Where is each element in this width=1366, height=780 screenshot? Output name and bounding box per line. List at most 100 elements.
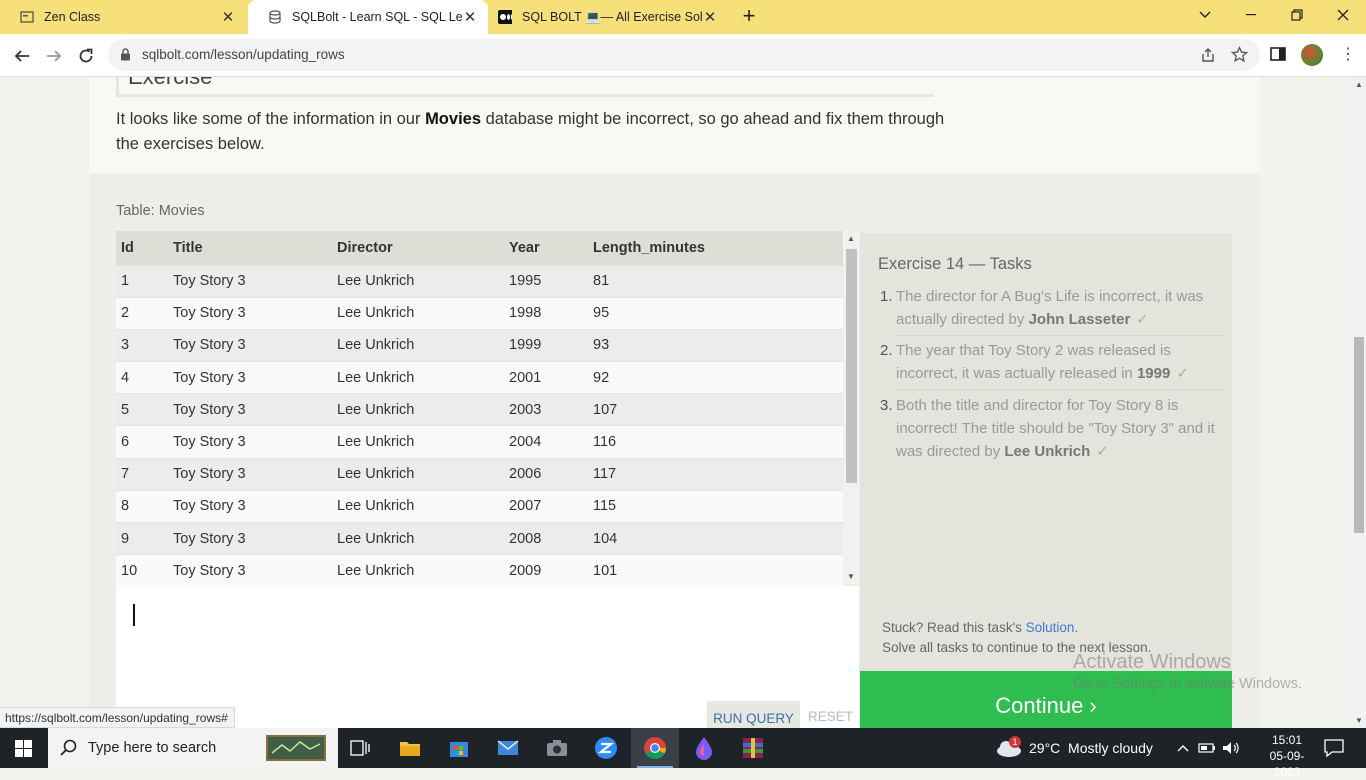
scroll-up-arrow-icon[interactable]: ▲ [847, 234, 855, 243]
file-explorer-icon[interactable] [386, 728, 434, 768]
taskbar-search-box[interactable]: Type here to search [48, 728, 338, 768]
restore-button[interactable] [1274, 0, 1320, 30]
task-view-icon[interactable] [336, 728, 384, 768]
table-cell: 101 [588, 554, 843, 587]
page-viewport: Exercise It looks like some of the infor… [0, 77, 1352, 728]
table-cell: 116 [588, 425, 843, 459]
table-cell: 2009 [504, 554, 588, 587]
tab-title: Zen Class [44, 10, 101, 24]
winrar-icon[interactable] [729, 728, 777, 768]
table-scrollbar-thumb[interactable] [846, 249, 857, 483]
scroll-down-arrow-icon[interactable]: ▼ [1355, 716, 1363, 725]
table-row: 1 Toy Story 3 Lee Unkrich 1995 81 [116, 264, 843, 298]
search-highlight-icon[interactable] [266, 735, 326, 761]
page-scrollbar[interactable]: ▲ ▼ [1352, 77, 1366, 728]
table-cell: Toy Story 3 [168, 425, 332, 459]
page-scrollbar-thumb[interactable] [1354, 337, 1364, 533]
table-cell: 5 [116, 393, 168, 426]
table-scrollbar[interactable]: ▲ ▼ [843, 231, 859, 584]
tab-search-chevron-down-icon[interactable] [1182, 0, 1228, 30]
reload-icon[interactable] [73, 43, 99, 69]
share-icon[interactable] [1200, 47, 1216, 68]
table-cell: Lee Unkrich [332, 361, 504, 394]
url-text[interactable]: sqlbolt.com/lesson/updating_rows [142, 47, 345, 62]
table-row: 5 Toy Story 3 Lee Unkrich 2003 107 [116, 393, 843, 426]
bookmark-star-icon[interactable] [1230, 45, 1249, 68]
taskbar-clock[interactable]: 15:01 05-09-2023 [1262, 732, 1312, 780]
table-cell: 2004 [504, 425, 588, 459]
address-bar[interactable]: sqlbolt.com/lesson/updating_rows [108, 39, 1260, 71]
windows-taskbar: Type here to search 1 29°C Mostly cloudy [0, 728, 1366, 779]
show-hidden-icons-chevron-up-icon[interactable] [1173, 728, 1193, 768]
tab-sqlbolt[interactable]: SQLBolt - Learn SQL - SQL Lesson ✕ [248, 0, 488, 34]
battery-icon[interactable] [1197, 728, 1217, 768]
table-cell: Toy Story 3 [168, 264, 332, 298]
table-cell: 92 [588, 361, 843, 394]
column-header: Id [116, 231, 168, 265]
table-cell: 2003 [504, 393, 588, 426]
volume-icon[interactable] [1220, 728, 1242, 768]
chrome-icon[interactable] [631, 728, 679, 768]
clock-date: 05-09-2023 [1269, 749, 1305, 779]
paint-drop-icon[interactable] [680, 728, 728, 768]
close-tab-icon[interactable]: ✕ [462, 9, 478, 26]
mail-icon[interactable] [484, 728, 532, 768]
table-cell: Lee Unkrich [332, 328, 504, 362]
table-row: 9 Toy Story 3 Lee Unkrich 2008 104 [116, 521, 843, 555]
side-panel-icon[interactable] [1270, 46, 1286, 67]
table-row: 7 Toy Story 3 Lee Unkrich 2006 117 [116, 457, 843, 491]
reset-button[interactable]: RESET [808, 709, 853, 724]
back-arrow-icon[interactable] [9, 43, 35, 69]
task-bold: John Lasseter [1028, 311, 1131, 328]
search-icon [60, 739, 78, 762]
medium-favicon-icon [498, 10, 512, 24]
exercise-heading: Exercise [128, 77, 212, 90]
minimize-button[interactable] [1228, 0, 1274, 30]
table-cell: 2001 [504, 361, 588, 394]
table-cell: 7 [116, 457, 168, 491]
scroll-down-arrow-icon[interactable]: ▼ [847, 572, 855, 581]
table-cell: 107 [588, 393, 843, 426]
more-menu-icon[interactable]: ⋮ [1340, 46, 1356, 64]
table-cell: 1 [116, 264, 168, 298]
tab-zen-class[interactable]: Zen Class ✕ [0, 0, 246, 34]
table-cell: 2 [116, 296, 168, 330]
close-tab-icon[interactable]: ✕ [220, 9, 236, 26]
notifications-icon[interactable] [1324, 738, 1344, 763]
table-cell: 2006 [504, 457, 588, 491]
microsoft-store-icon[interactable] [435, 728, 483, 768]
task-bold: 1999 [1136, 365, 1171, 382]
task-divider [896, 335, 1224, 336]
tasks-title: Exercise 14 — Tasks [878, 255, 1032, 273]
table-cell: Toy Story 3 [168, 328, 332, 362]
weather-badge: 1 [1009, 736, 1021, 748]
table-row: 10 Toy Story 3 Lee Unkrich 2009 101 [116, 554, 843, 587]
weather-widget[interactable]: 1 29°C Mostly cloudy [995, 728, 1153, 768]
solution-link[interactable]: Solution [1026, 620, 1075, 635]
profile-avatar[interactable] [1301, 44, 1323, 66]
table-cell: Toy Story 3 [168, 489, 332, 523]
tab-title: SQLBolt - Learn SQL - SQL Lesson [292, 10, 462, 24]
zen-class-favicon-icon [20, 10, 34, 24]
scroll-up-arrow-icon[interactable]: ▲ [1355, 80, 1363, 89]
search-placeholder: Type here to search [88, 740, 217, 756]
close-window-button[interactable] [1320, 0, 1366, 30]
checkmark-icon: ✓ [1176, 365, 1189, 382]
close-tab-icon[interactable]: ✕ [702, 9, 718, 26]
zoom-app-icon[interactable] [582, 728, 630, 768]
lesson-content: Exercise It looks like some of the infor… [90, 77, 1260, 728]
table-cell: 1998 [504, 296, 588, 330]
table-cell: Lee Unkrich [332, 264, 504, 298]
new-tab-button[interactable]: + [738, 5, 760, 27]
table-cell: 115 [588, 489, 843, 523]
camera-icon[interactable] [533, 728, 581, 768]
lock-icon[interactable] [120, 48, 131, 66]
table-cell: Toy Story 3 [168, 361, 332, 394]
activate-windows-subtext: Go to Settings to activate Windows. [1073, 676, 1302, 692]
tab-medium-solutions[interactable]: SQL BOLT 💻— All Exercise Soluti ✕ [478, 0, 728, 34]
run-query-button[interactable]: RUN QUERY [707, 701, 800, 728]
forward-arrow-icon[interactable] [41, 43, 67, 69]
stuck-period: . [1074, 620, 1079, 635]
windows-start-icon[interactable] [15, 740, 32, 762]
activate-windows-watermark: Activate Windows [1073, 651, 1231, 673]
